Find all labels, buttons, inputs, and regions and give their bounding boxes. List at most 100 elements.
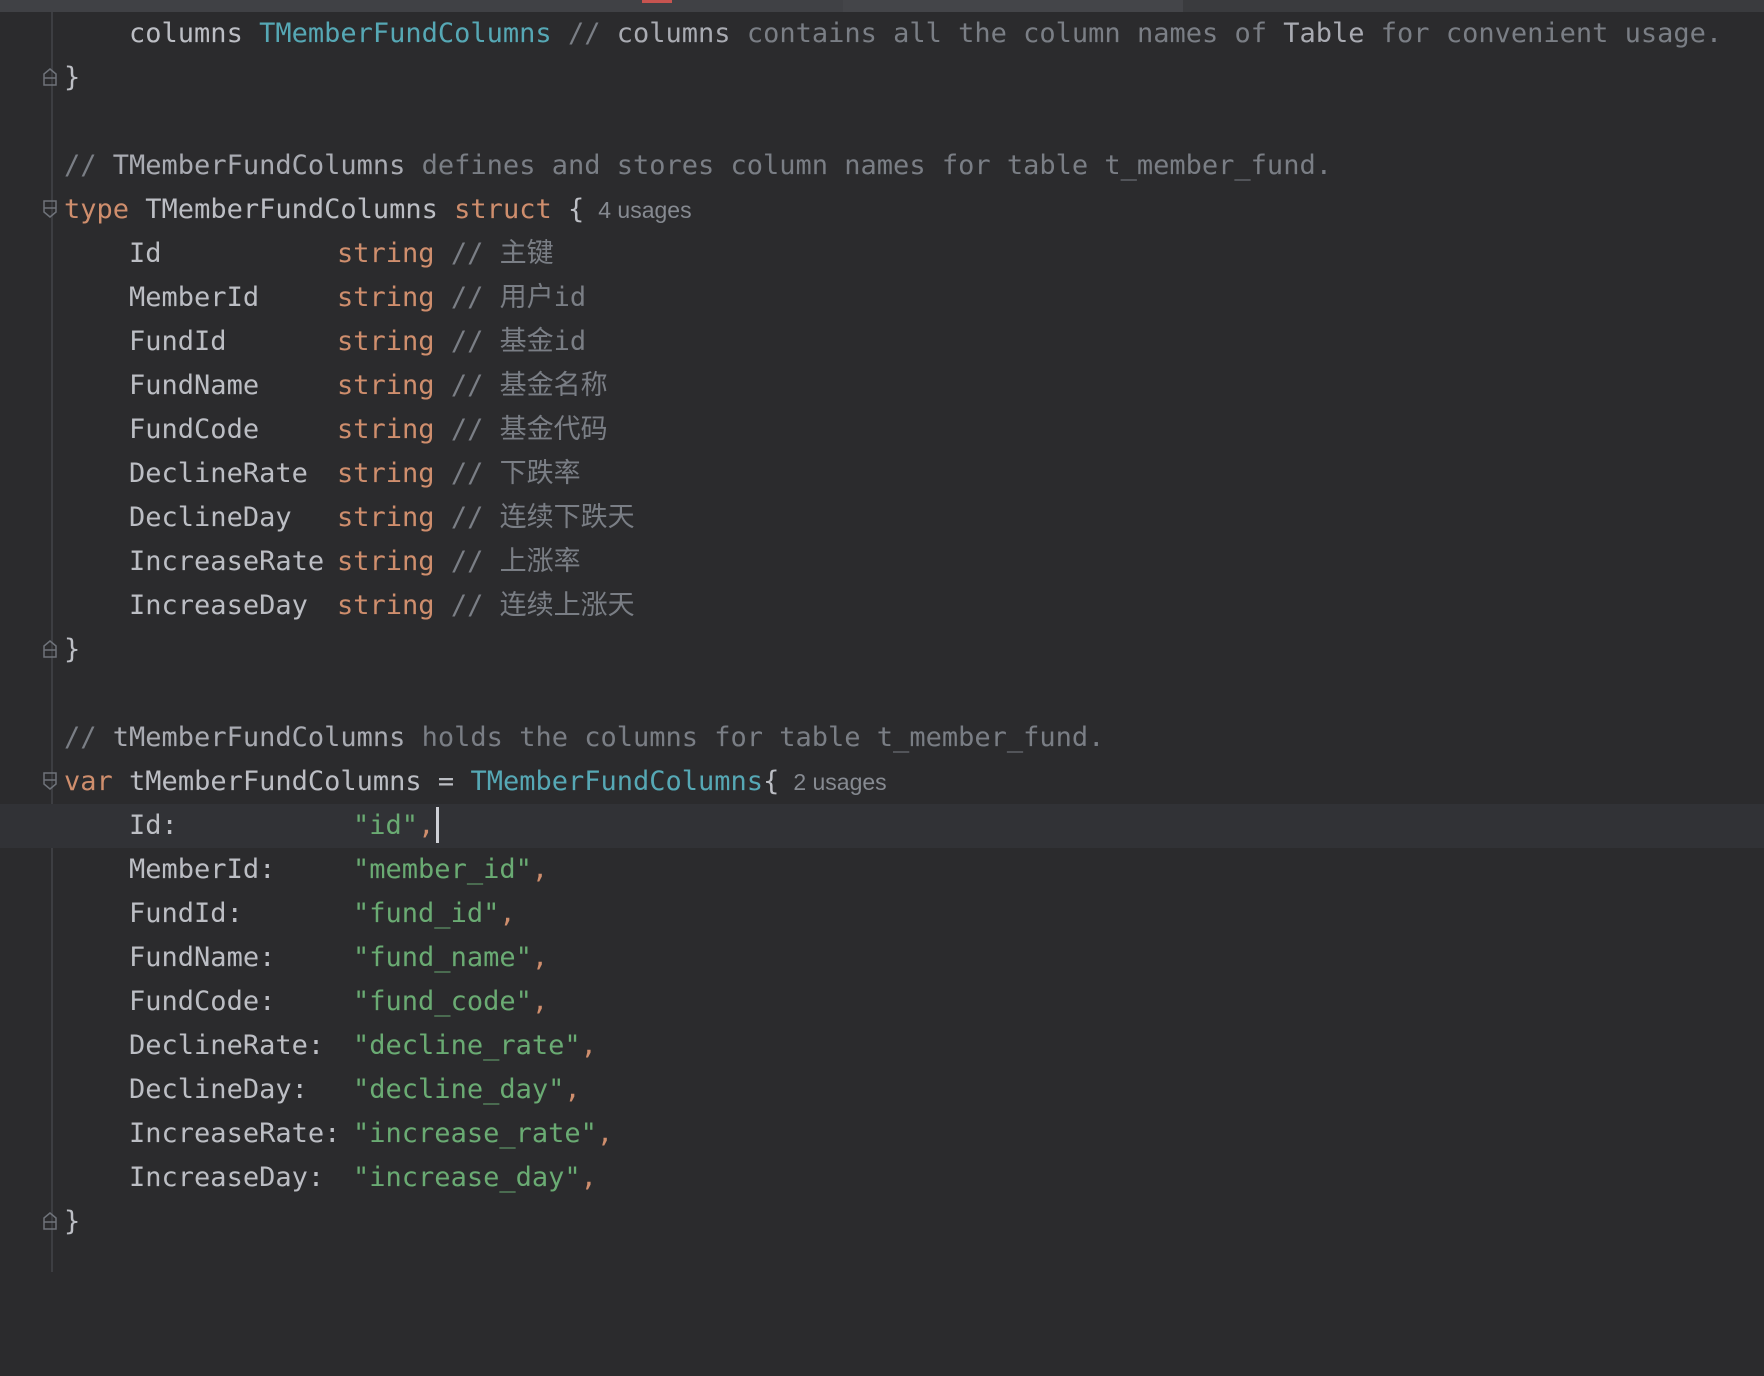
- comment-text: holds the columns for table t_member_fun…: [421, 722, 1105, 753]
- var-field-line[interactable]: MemberId: "member_id",: [0, 848, 1764, 892]
- fold-start-icon[interactable]: [43, 772, 57, 790]
- var-field-line[interactable]: FundName: "fund_name",: [0, 936, 1764, 980]
- usages-hint[interactable]: 4 usages: [598, 197, 691, 223]
- editor-tab-strip: [0, 0, 1764, 12]
- var-field-value: "decline_rate": [353, 1030, 581, 1061]
- var-field-key: Id:: [129, 810, 178, 841]
- struct-field-comment: // 连续下跌天: [450, 502, 635, 533]
- struct-field-type: string: [337, 414, 435, 445]
- var-field-value: "member_id": [353, 854, 532, 885]
- var-field-key: FundId:: [129, 898, 243, 929]
- comma: ,: [596, 1118, 614, 1149]
- comment-text: defines and stores column names for tabl…: [421, 150, 1332, 181]
- struct-field-line[interactable]: MemberId string // 用户id: [0, 276, 1764, 320]
- var-field-value: "fund_name": [353, 942, 532, 973]
- comma: ,: [580, 1162, 597, 1193]
- code-line[interactable]: }: [0, 628, 1764, 672]
- fold-start-icon[interactable]: [43, 200, 57, 218]
- struct-field-name: MemberId: [129, 282, 260, 313]
- comma: ,: [531, 854, 549, 885]
- struct-field-type: string: [337, 546, 435, 577]
- usages-hint[interactable]: 2 usages: [793, 769, 886, 795]
- struct-field-name: IncreaseRate: [129, 546, 325, 577]
- open-brace: {: [763, 766, 780, 797]
- comment-ref: tMemberFundColumns: [112, 722, 406, 753]
- close-brace: }: [64, 634, 81, 665]
- var-type[interactable]: TMemberFundColumns: [470, 766, 763, 797]
- var-field-value: "increase_rate": [353, 1118, 597, 1149]
- struct-field-type: string: [337, 326, 435, 357]
- struct-field-line[interactable]: FundCode string // 基金代码: [0, 408, 1764, 452]
- fold-end-icon[interactable]: [43, 640, 57, 658]
- comment-ref: Table: [1283, 18, 1365, 49]
- code-line[interactable]: // tMemberFundColumns holds the columns …: [0, 716, 1764, 760]
- struct-field-type: string: [337, 370, 435, 401]
- struct-field-name: FundCode: [129, 414, 260, 445]
- code-line[interactable]: var tMemberFundColumns = TMemberFundColu…: [0, 760, 1764, 804]
- comment-text: for convenient usage.: [1380, 18, 1723, 49]
- comment-slash: //: [64, 722, 97, 753]
- struct-field-line[interactable]: IncreaseDay string // 连续上涨天: [0, 584, 1764, 628]
- struct-field-line[interactable]: DeclineDay string // 连续下跌天: [0, 496, 1764, 540]
- struct-field-comment: // 基金代码: [450, 414, 608, 445]
- comment-ref: TMemberFundColumns: [112, 150, 406, 181]
- struct-field-type: string: [337, 458, 435, 489]
- comma: ,: [531, 986, 549, 1017]
- field-type: TMemberFundColumns: [259, 18, 552, 49]
- fold-end-icon[interactable]: [43, 68, 57, 86]
- text-caret: [436, 806, 440, 843]
- equals-operator: =: [437, 766, 455, 797]
- struct-field-name: Id: [129, 238, 162, 269]
- var-field-key: IncreaseRate:: [129, 1118, 341, 1149]
- code-line[interactable]: // TMemberFundColumns defines and stores…: [0, 144, 1764, 188]
- struct-field-comment: // 基金名称: [450, 370, 608, 401]
- struct-field-name: DeclineDay: [129, 502, 292, 533]
- comma: ,: [580, 1030, 597, 1061]
- var-field-line[interactable]: FundCode: "fund_code",: [0, 980, 1764, 1024]
- var-field-key: FundName:: [129, 942, 276, 973]
- struct-field-type: string: [337, 590, 435, 621]
- struct-field-comment: // 用户id: [450, 282, 587, 313]
- var-name[interactable]: tMemberFundColumns: [129, 766, 422, 797]
- fold-end-icon[interactable]: [43, 1212, 57, 1230]
- struct-field-comment: // 上涨率: [450, 546, 581, 577]
- var-field-key: IncreaseDay:: [129, 1162, 325, 1193]
- comment-slash: //: [567, 18, 601, 49]
- tab-strip-right[interactable]: [843, 0, 1183, 12]
- struct-field-line[interactable]: Id string // 主键: [0, 232, 1764, 276]
- struct-field-type: string: [337, 502, 435, 533]
- scroll-marker: [642, 0, 672, 3]
- struct-name[interactable]: TMemberFundColumns: [145, 194, 438, 225]
- code-line[interactable]: type TMemberFundColumns struct {4 usages: [0, 188, 1764, 232]
- var-field-line[interactable]: FundId: "fund_id",: [0, 892, 1764, 936]
- code-line[interactable]: }: [0, 56, 1764, 100]
- struct-field-comment: // 主键: [450, 238, 554, 269]
- var-field-line[interactable]: IncreaseRate: "increase_rate",: [0, 1112, 1764, 1156]
- comma: ,: [531, 942, 549, 973]
- var-field-value: "decline_day": [353, 1074, 565, 1105]
- open-brace: {: [567, 194, 585, 225]
- code-editor[interactable]: columns TMemberFundColumns // columns co…: [0, 12, 1764, 1272]
- var-field-line[interactable]: DeclineDay: "decline_day",: [0, 1068, 1764, 1112]
- tab-strip-left[interactable]: [0, 0, 843, 12]
- struct-field-line[interactable]: IncreaseRate string // 上涨率: [0, 540, 1764, 584]
- code-line[interactable]: }: [0, 1200, 1764, 1244]
- keyword-type: type: [64, 194, 130, 225]
- struct-field-name: FundName: [129, 370, 260, 401]
- comment-ref: columns: [616, 18, 731, 49]
- var-field-key: DeclineRate:: [129, 1030, 325, 1061]
- keyword-var: var: [64, 766, 113, 797]
- struct-field-line[interactable]: FundName string // 基金名称: [0, 364, 1764, 408]
- var-field-key: MemberId:: [129, 854, 276, 885]
- code-line[interactable]: columns TMemberFundColumns // columns co…: [0, 12, 1764, 56]
- struct-field-line[interactable]: DeclineRate string // 下跌率: [0, 452, 1764, 496]
- var-field-line[interactable]: DeclineRate: "decline_rate",: [0, 1024, 1764, 1068]
- struct-field-type: string: [337, 238, 435, 269]
- var-field-value: "fund_id": [353, 898, 500, 929]
- struct-field-name: FundId: [129, 326, 227, 357]
- comma: ,: [499, 898, 516, 929]
- var-field-line-current[interactable]: Id: "id",: [0, 804, 1764, 848]
- var-field-line[interactable]: IncreaseDay: "increase_day",: [0, 1156, 1764, 1200]
- struct-field-line[interactable]: FundId string // 基金id: [0, 320, 1764, 364]
- struct-field-type: string: [337, 282, 435, 313]
